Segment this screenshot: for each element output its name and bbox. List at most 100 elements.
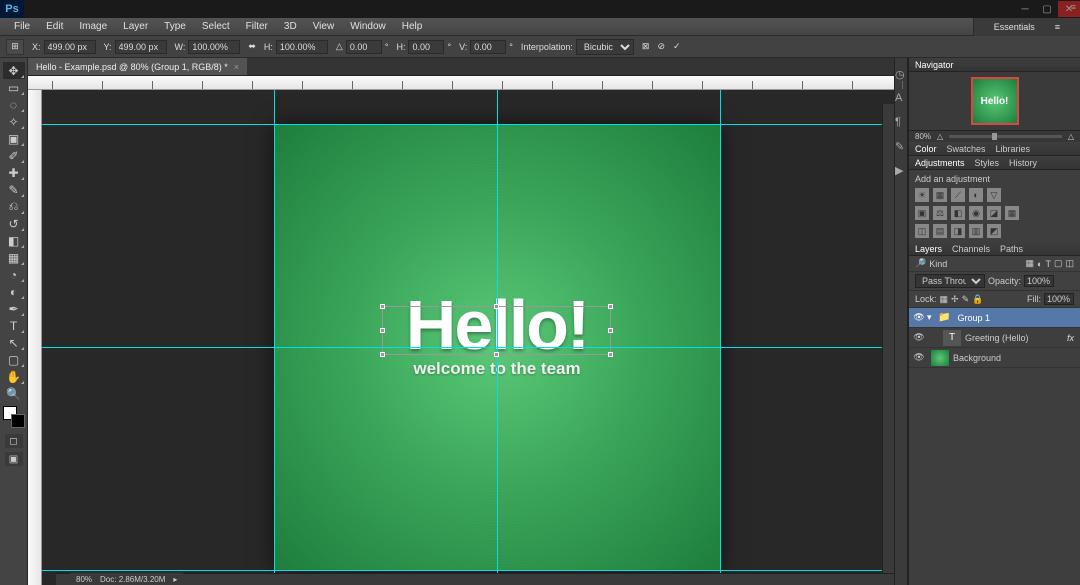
- warp-icon[interactable]: ⊠: [642, 41, 650, 52]
- eyedropper-tool[interactable]: ✐: [3, 147, 25, 164]
- history-icon[interactable]: ◷: [895, 68, 907, 80]
- lasso-tool[interactable]: ◌: [3, 96, 25, 113]
- menu-help[interactable]: Help: [394, 19, 431, 34]
- layers-tab[interactable]: Layers: [915, 244, 942, 254]
- skew-v-input[interactable]: [470, 40, 506, 54]
- stamp-tool[interactable]: ⎌: [3, 198, 25, 215]
- status-arrow-icon[interactable]: ▸: [173, 575, 177, 584]
- close-button[interactable]: ✕: [1058, 1, 1080, 17]
- paragraph-icon[interactable]: ¶: [895, 116, 907, 128]
- pen-tool[interactable]: ✒: [3, 300, 25, 317]
- navigator-body[interactable]: Hello!: [909, 72, 1080, 130]
- ruler-horizontal[interactable]: [28, 76, 894, 90]
- menu-file[interactable]: File: [6, 19, 38, 34]
- brush-preset-icon[interactable]: ✎: [895, 140, 907, 152]
- adjustments-tab[interactable]: Adjustments: [915, 158, 965, 168]
- heal-tool[interactable]: ✚: [3, 164, 25, 181]
- shape-tool[interactable]: ▢: [3, 351, 25, 368]
- history-brush-tool[interactable]: ↺: [3, 215, 25, 232]
- menu-layer[interactable]: Layer: [115, 19, 156, 34]
- y-input[interactable]: [115, 40, 167, 54]
- wand-tool[interactable]: ✧: [3, 113, 25, 130]
- workspace-selector[interactable]: Essentials≡: [973, 18, 1080, 36]
- menu-filter[interactable]: Filter: [238, 19, 276, 34]
- adj-bw-icon[interactable]: ◧: [951, 206, 965, 220]
- guide-vertical[interactable]: [497, 90, 498, 585]
- menu-type[interactable]: Type: [156, 19, 194, 34]
- screenmode-toggle[interactable]: ▣: [5, 452, 23, 466]
- zoom-out-icon[interactable]: △: [937, 132, 943, 141]
- maximize-button[interactable]: ▢: [1036, 1, 1058, 17]
- menu-select[interactable]: Select: [194, 19, 238, 34]
- crop-tool[interactable]: ▣: [3, 130, 25, 147]
- minimize-button[interactable]: ─: [1014, 1, 1036, 17]
- filter-icon[interactable]: 🔎: [915, 258, 926, 269]
- filter-type-icon[interactable]: T: [1045, 259, 1051, 269]
- layer-name[interactable]: Background: [953, 353, 1001, 363]
- scrollbar-vertical[interactable]: [882, 104, 894, 573]
- interp-select[interactable]: Bicubic: [576, 39, 634, 55]
- nav-zoom-value[interactable]: 80%: [915, 132, 931, 141]
- visibility-icon[interactable]: 👁: [911, 352, 927, 363]
- layer-name[interactable]: Group 1: [958, 313, 991, 323]
- blend-mode-select[interactable]: Pass Through: [915, 274, 985, 288]
- filter-shape-icon[interactable]: ▢: [1054, 258, 1063, 269]
- lock-pos-icon[interactable]: ✢: [951, 294, 959, 305]
- paths-tab[interactable]: Paths: [1000, 244, 1023, 254]
- filter-smart-icon[interactable]: ◫: [1065, 258, 1074, 269]
- layer-name[interactable]: Greeting (Hello): [965, 333, 1029, 343]
- panel-menu-icon[interactable]: ≡: [1071, 2, 1076, 12]
- dodge-tool[interactable]: ◐: [3, 283, 25, 300]
- move-tool[interactable]: ✥: [3, 62, 25, 79]
- color-swatch[interactable]: [3, 406, 25, 428]
- w-input[interactable]: [188, 40, 240, 54]
- adj-poster-icon[interactable]: ▤: [933, 224, 947, 238]
- swatches-tab[interactable]: Swatches: [947, 144, 986, 154]
- adj-hue-icon[interactable]: ▣: [915, 206, 929, 220]
- adj-invert-icon[interactable]: ◫: [915, 224, 929, 238]
- adj-balance-icon[interactable]: ⚖: [933, 206, 947, 220]
- path-select-tool[interactable]: ↖: [3, 334, 25, 351]
- zoom-level[interactable]: 80%: [76, 575, 92, 584]
- layer-row[interactable]: 👁 ▾ 📁 Group 1: [909, 308, 1080, 328]
- navigator-thumb[interactable]: Hello!: [971, 77, 1019, 125]
- eraser-tool[interactable]: ◧: [3, 232, 25, 249]
- zoom-tool[interactable]: 🔍: [3, 385, 25, 402]
- lock-fill-icon[interactable]: ✎: [962, 294, 970, 305]
- marquee-tool[interactable]: ▭: [3, 79, 25, 96]
- zoom-in-icon[interactable]: △: [1068, 132, 1074, 141]
- lock-all-icon[interactable]: ▦: [940, 294, 949, 305]
- guide-horizontal[interactable]: [42, 124, 894, 125]
- opacity-input[interactable]: [1024, 275, 1054, 287]
- ruler-vertical[interactable]: [28, 90, 42, 585]
- character-icon[interactable]: A: [895, 92, 907, 104]
- scrollbar-horizontal[interactable]: 80% Doc: 2.86M/3.20M ▸: [56, 573, 894, 585]
- cancel-transform-icon[interactable]: ⊘: [657, 41, 665, 52]
- gradient-tool[interactable]: ▦: [3, 249, 25, 266]
- zoom-slider[interactable]: [949, 135, 1062, 138]
- adj-brightness-icon[interactable]: ☀: [915, 188, 929, 202]
- transform-ref-icon[interactable]: ⊞: [6, 39, 24, 55]
- channels-tab[interactable]: Channels: [952, 244, 990, 254]
- adj-lookup-icon[interactable]: ▦: [1005, 206, 1019, 220]
- canvas-viewport[interactable]: Hello! welcome to the team: [42, 90, 894, 585]
- guide-vertical[interactable]: [720, 90, 721, 585]
- adj-photo-icon[interactable]: ◉: [969, 206, 983, 220]
- hand-tool[interactable]: ✋: [3, 368, 25, 385]
- skew-h-input[interactable]: [408, 40, 444, 54]
- adj-exposure-icon[interactable]: ◐: [969, 188, 983, 202]
- angle-input[interactable]: [346, 40, 382, 54]
- expand-icon[interactable]: ▾: [927, 312, 932, 323]
- libraries-tab[interactable]: Libraries: [996, 144, 1031, 154]
- x-input[interactable]: [44, 40, 96, 54]
- styles-tab[interactable]: Styles: [975, 158, 1000, 168]
- fx-badge[interactable]: fx: [1067, 333, 1078, 343]
- adj-selective-icon[interactable]: ◩: [987, 224, 1001, 238]
- menu-window[interactable]: Window: [342, 19, 394, 34]
- color-tab[interactable]: Color: [915, 144, 937, 154]
- link-icon[interactable]: ⬌: [248, 41, 256, 52]
- adj-mixer-icon[interactable]: ◪: [987, 206, 1001, 220]
- visibility-icon[interactable]: 👁: [911, 312, 927, 323]
- visibility-icon[interactable]: 👁: [911, 332, 927, 343]
- tab-close-icon[interactable]: ×: [234, 62, 239, 72]
